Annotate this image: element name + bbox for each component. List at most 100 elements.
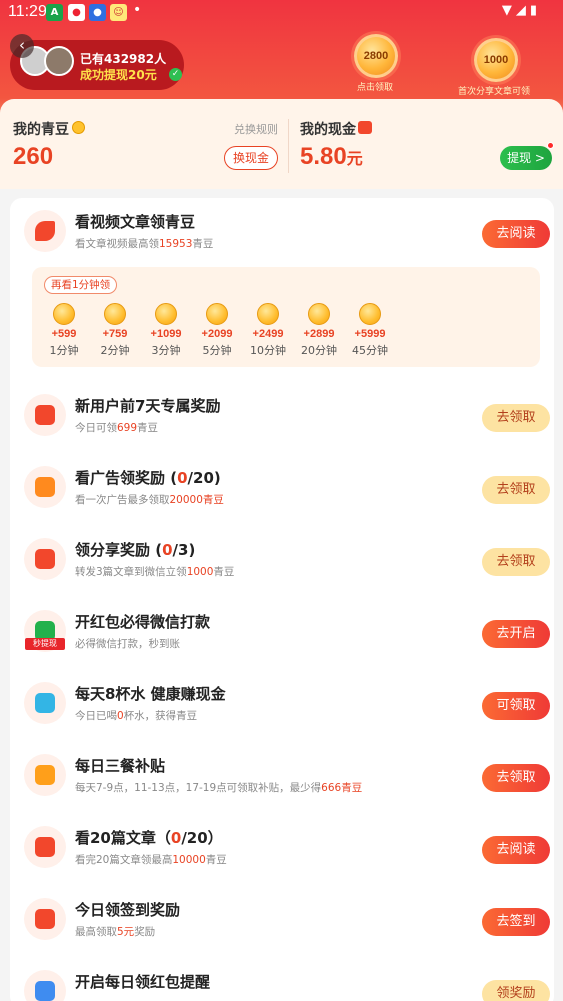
task-row: 开启每日领红包提醒 领奖励 — [10, 958, 554, 1001]
cash-label: 我的现金 — [300, 122, 356, 138]
check-icon: ✓ — [169, 68, 182, 81]
beans-value: 260 — [13, 143, 54, 170]
coin-icon — [359, 303, 381, 325]
notice-amount-text: 成功提现20元 — [80, 68, 157, 82]
withdraw-notice-banner[interactable]: 已有432982人 成功提现20元 ✓ — [10, 40, 184, 90]
coin-value: 1000 — [483, 54, 509, 66]
task-video-read: 看视频文章领青豆 看文章视频最高领15953青豆 去阅读 — [10, 198, 554, 270]
share-arrow-icon — [24, 538, 66, 580]
task-title: 看视频文章领青豆 — [75, 213, 196, 231]
beans-label: 我的青豆 — [13, 122, 69, 138]
task-title: 每日三餐补贴 — [75, 757, 166, 775]
cash-icon — [358, 121, 372, 134]
red-envelope-icon — [24, 826, 66, 868]
status-time: 11:29 — [8, 3, 47, 20]
task-action-button[interactable]: 去领取 — [482, 476, 550, 504]
task-action-button[interactable]: 去领取 — [482, 764, 550, 792]
app-notification-icon: A — [46, 4, 63, 21]
red-envelope-icon — [24, 394, 66, 436]
task-row: 看广告领奖励 (0/20) 看一次广告最多领取20000青豆 去领取 — [10, 454, 554, 526]
task-action-button[interactable]: 去阅读 — [482, 836, 550, 864]
coin-icon — [104, 303, 126, 325]
task-title: 领分享奖励 (0/3) — [75, 541, 196, 559]
cash-value-row: 5.80元 — [300, 143, 363, 171]
video-reward-panel: 再看1分钟领 +599 1分钟 +759 2分钟 +1099 3分钟 +2099 5分钟 +24… — [32, 267, 540, 367]
water-cup-icon — [24, 682, 66, 724]
coin-caption: 点击领取 — [357, 83, 394, 93]
coin-reward-click[interactable]: 2800 — [354, 34, 398, 78]
cash-value: 5.80 — [300, 143, 347, 170]
video-reward-slot[interactable]: +2899 20分钟 — [295, 303, 343, 358]
system-icons: ▼◢▮ — [501, 3, 541, 18]
slot-duration: 45分钟 — [352, 344, 388, 357]
task-action-button[interactable]: 去阅读 — [482, 220, 550, 248]
back-button[interactable]: ‹ — [10, 34, 34, 58]
task-action-button[interactable]: 可领取 — [482, 692, 550, 720]
coin-icon — [206, 303, 228, 325]
chevron-left-icon: ‹ — [19, 36, 25, 54]
red-envelope-icon — [24, 898, 66, 940]
task-action-button[interactable]: 去领取 — [482, 548, 550, 576]
coin-icon — [308, 303, 330, 325]
slot-amount: +1099 — [150, 328, 182, 340]
slot-duration: 20分钟 — [301, 344, 337, 357]
task-action-button[interactable]: 领奖励 — [482, 980, 550, 1001]
slot-amount: +759 — [102, 328, 128, 340]
task-title: 新用户前7天专属奖励 — [75, 397, 221, 415]
slot-amount: +2899 — [303, 328, 335, 340]
slot-amount: +599 — [51, 328, 77, 340]
slot-duration: 1分钟 — [49, 344, 79, 357]
slot-amount: +2499 — [252, 328, 284, 340]
video-reward-slot[interactable]: +2099 5分钟 — [193, 303, 241, 358]
task-row: 秒提现 开红包必得微信打款 必得微信打款，秒到账 去开启 — [10, 598, 554, 670]
coin-value: 2800 — [363, 50, 389, 62]
coin-icon — [72, 121, 85, 134]
withdraw-button[interactable]: 提现 > — [500, 146, 552, 170]
slot-duration: 10分钟 — [250, 344, 286, 357]
avatar — [44, 46, 74, 76]
wallet-panel: 我的青豆 兑换规则 260 换现金 我的现金 5.80元 提现 > — [0, 99, 563, 189]
cash-unit: 元 — [346, 151, 363, 168]
slot-duration: 5分钟 — [202, 344, 232, 357]
slot-amount: +2099 — [201, 328, 233, 340]
coin-reward-share[interactable]: 1000 — [474, 38, 518, 82]
badge-dot — [547, 142, 554, 149]
wechat-pay-icon: 秒提现 — [24, 610, 66, 652]
video-reward-slot[interactable]: +5999 45分钟 — [346, 303, 394, 358]
video-reward-slot[interactable]: +759 2分钟 — [91, 303, 139, 358]
task-subtitle: 每天7-9点，11-13点，17-19点可领取补贴，最少得666青豆 — [75, 782, 363, 794]
task-subtitle: 看文章视频最高领15953青豆 — [75, 238, 214, 250]
task-subtitle: 今日可领699青豆 — [75, 422, 159, 434]
app-notification-icon: ● — [68, 4, 85, 21]
divider — [288, 119, 289, 173]
exchange-rules-link[interactable]: 兑换规则 — [234, 121, 278, 137]
video-reward-slot[interactable]: +1099 3分钟 — [142, 303, 190, 358]
video-reward-slot[interactable]: +599 1分钟 — [40, 303, 88, 358]
coin-icon — [257, 303, 279, 325]
task-subtitle: 今日已喝0杯水，获得青豆 — [75, 710, 198, 722]
task-title: 今日领签到奖励 — [75, 901, 181, 919]
task-row: 每天8杯水 健康赚现金 今日已喝0杯水，获得青豆 可领取 — [10, 670, 554, 742]
more-notifications-icon: • — [133, 2, 142, 18]
task-title: 开红包必得微信打款 — [75, 613, 211, 631]
task-row: 今日领签到奖励 最高领取5元奖励 去签到 — [10, 886, 554, 958]
app-notification-icon: ☺ — [110, 4, 127, 21]
task-list-card: 看视频文章领青豆 看文章视频最高领15953青豆 去阅读 再看1分钟领 +599… — [10, 198, 554, 1001]
bell-icon — [24, 970, 66, 1001]
status-bar: 11:29 A ● ● ☺ • ▼◢▮ — [0, 0, 563, 26]
coin-caption: 首次分享文章可领 — [458, 87, 531, 97]
play-icon — [24, 466, 66, 508]
task-subtitle: 看完20篇文章领最高10000青豆 — [75, 854, 227, 866]
task-action-button[interactable]: 去签到 — [482, 908, 550, 936]
task-action-button[interactable]: 去开启 — [482, 620, 550, 648]
task-subtitle: 转发3篇文章到微信立领1000青豆 — [75, 566, 235, 578]
rice-bowl-icon — [24, 754, 66, 796]
task-title: 看广告领奖励 (0/20) — [75, 469, 221, 487]
slot-amount: +5999 — [354, 328, 386, 340]
video-reward-tag: 再看1分钟领 — [44, 276, 118, 294]
task-action-button[interactable]: 去领取 — [482, 404, 550, 432]
exchange-cash-button[interactable]: 换现金 — [224, 146, 278, 170]
task-subtitle: 看一次广告最多领取20000青豆 — [75, 494, 224, 506]
video-reward-slot[interactable]: +2499 10分钟 — [244, 303, 292, 358]
task-row: 看20篇文章（0/20） 看完20篇文章领最高10000青豆 去阅读 — [10, 814, 554, 886]
